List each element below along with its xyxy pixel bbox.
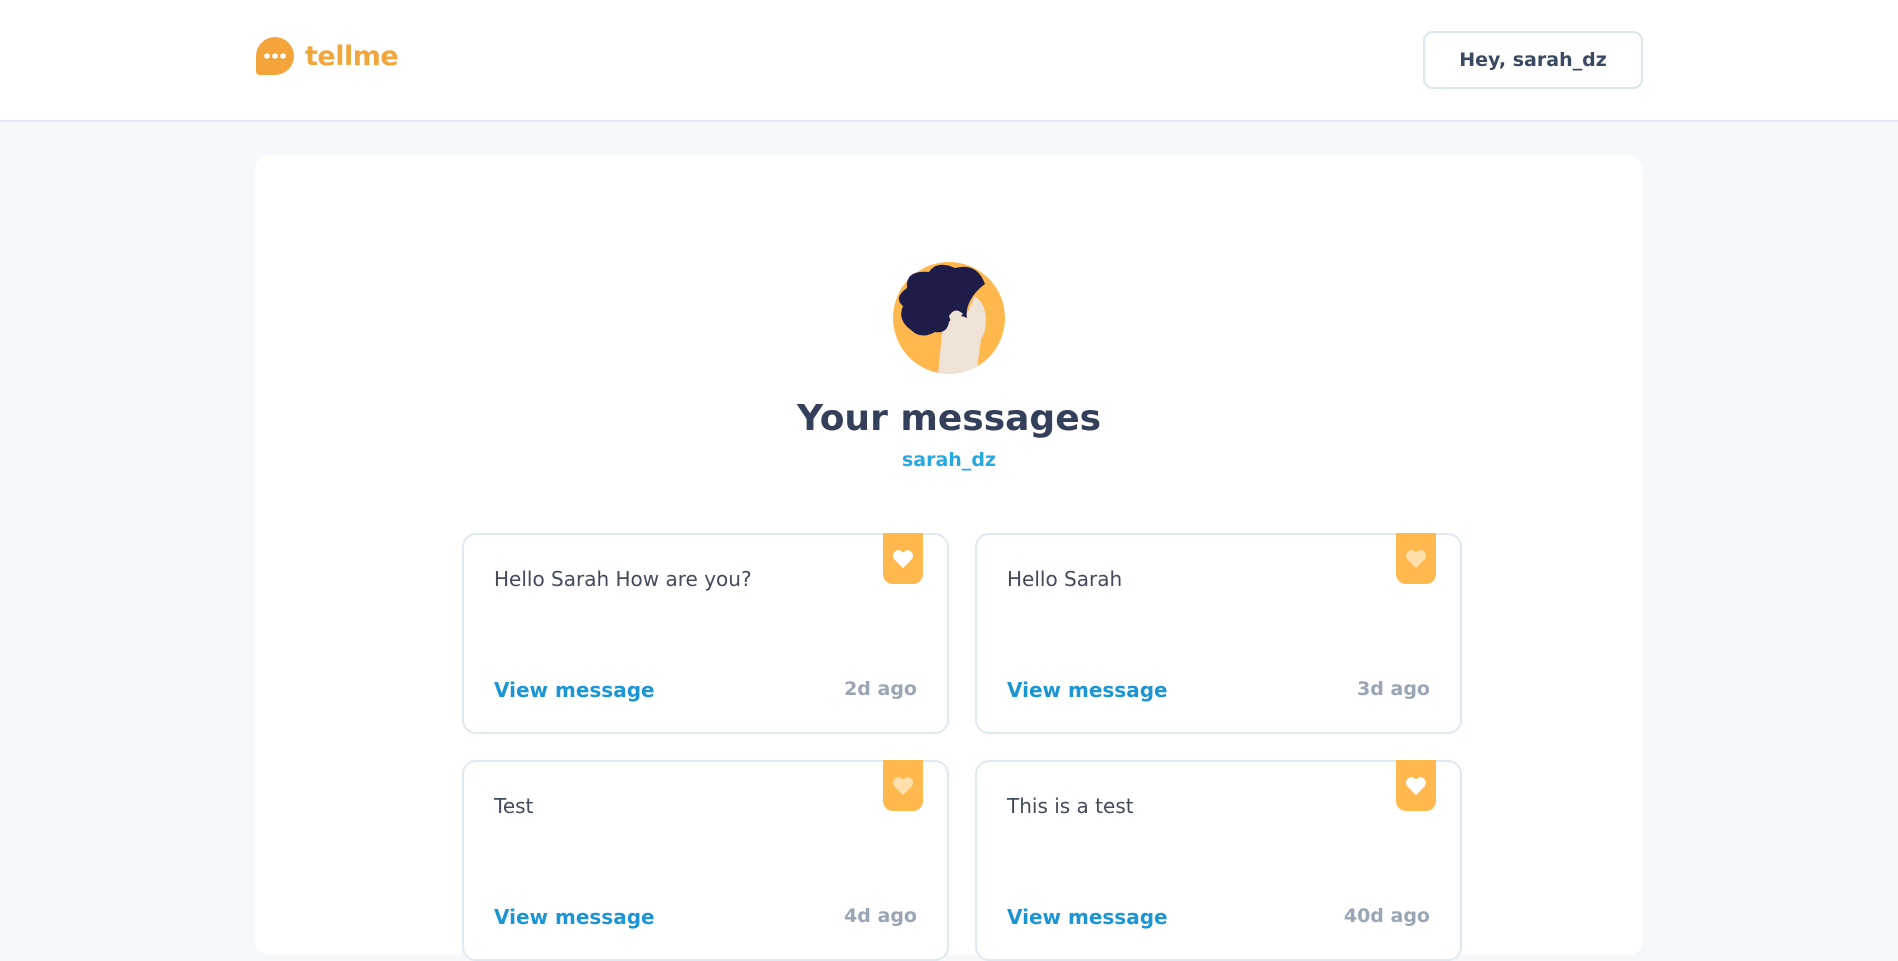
user-menu-button[interactable]: Hey, sarah_dz	[1423, 31, 1643, 89]
brand-name: tellme	[305, 40, 399, 72]
top-navbar: tellme Hey, sarah_dz	[0, 0, 1898, 122]
view-message-link[interactable]: View message	[1007, 905, 1168, 929]
username-link[interactable]: sarah_dz	[255, 449, 1643, 471]
message-card[interactable]: Hello Sarah How are you? View message 2d…	[462, 533, 949, 734]
like-button[interactable]	[1396, 760, 1436, 811]
heart-icon	[1406, 776, 1426, 795]
message-text: Hello Sarah	[1007, 567, 1123, 591]
view-message-link[interactable]: View message	[1007, 678, 1168, 702]
message-time: 40d ago	[1343, 905, 1430, 927]
heart-icon	[1406, 549, 1426, 568]
message-time: 4d ago	[844, 905, 917, 927]
message-time: 2d ago	[844, 678, 917, 700]
view-message-link[interactable]: View message	[494, 678, 655, 702]
chat-bubble-icon	[256, 37, 294, 75]
heart-icon	[893, 549, 913, 568]
like-button[interactable]	[883, 760, 923, 811]
heart-icon	[893, 776, 913, 795]
like-button[interactable]	[883, 533, 923, 584]
view-message-link[interactable]: View message	[494, 905, 655, 929]
message-card[interactable]: Test View message 4d ago	[462, 760, 949, 961]
page-title: Your messages	[796, 398, 1102, 439]
message-text: Test	[494, 794, 534, 818]
avatar	[893, 262, 1005, 374]
message-time: 3d ago	[1357, 678, 1430, 700]
message-text: This is a test	[1007, 794, 1134, 818]
like-button[interactable]	[1396, 533, 1436, 584]
message-text: Hello Sarah How are you?	[494, 567, 752, 591]
message-card[interactable]: Hello Sarah View message 3d ago	[975, 533, 1462, 734]
logo[interactable]: tellme	[255, 36, 399, 76]
message-card[interactable]: This is a test View message 40d ago	[975, 760, 1462, 961]
messages-panel: Your messages sarah_dz Hello Sarah How a…	[255, 155, 1643, 961]
